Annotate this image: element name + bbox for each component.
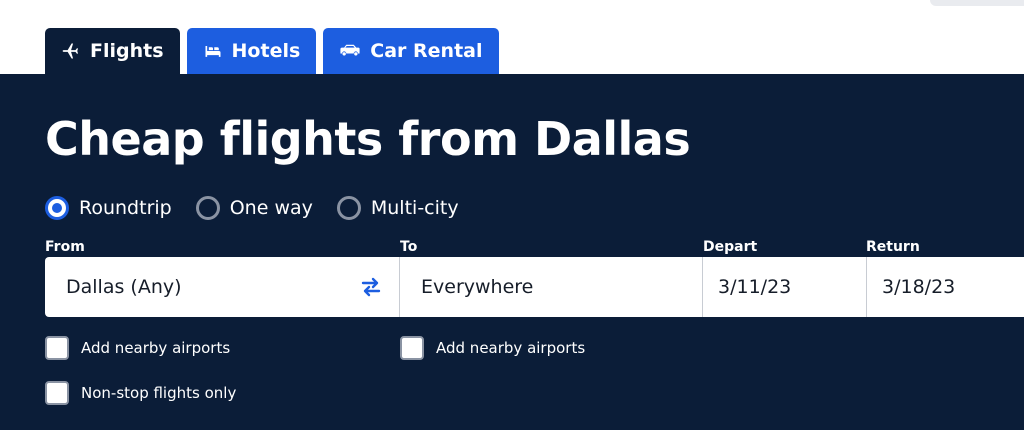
radio-multi-city-label: Multi-city [370, 197, 459, 219]
return-label: Return [866, 239, 920, 255]
to-nearby-airports-option[interactable]: Add nearby airports [400, 336, 585, 360]
airplane-icon [61, 41, 81, 61]
depart-value: 3/11/23 [718, 276, 792, 298]
tab-hotels[interactable]: Hotels [186, 28, 317, 74]
radio-one-way-label: One way [229, 197, 313, 219]
from-nearby-airports-option[interactable]: Add nearby airports [45, 336, 230, 360]
to-nearby-airports-label: Add nearby airports [436, 339, 586, 357]
tab-flights[interactable]: Flights [45, 28, 180, 74]
radio-one-way-circle[interactable] [195, 196, 220, 220]
top-strip: Flights Hotels Car Rental [0, 0, 1024, 74]
from-nearby-airports-checkbox[interactable] [45, 336, 69, 360]
to-value: Everywhere [421, 276, 534, 298]
radio-roundtrip[interactable]: Roundtrip [45, 196, 172, 220]
page-title: Cheap flights from Dallas [45, 112, 691, 166]
nonstop-checkbox[interactable] [45, 381, 69, 405]
car-icon [339, 41, 361, 61]
field-divider [866, 257, 867, 317]
radio-roundtrip-circle[interactable] [45, 196, 69, 220]
depart-label: Depart [703, 239, 758, 255]
nonstop-label: Non-stop flights only [81, 384, 237, 402]
from-label: From [45, 239, 85, 255]
tab-flights-label: Flights [90, 40, 164, 62]
tab-hotels-label: Hotels [231, 40, 301, 62]
radio-roundtrip-label: Roundtrip [79, 197, 172, 219]
return-field[interactable]: 3/18/23 [882, 257, 1022, 317]
corner-tab [930, 0, 1024, 6]
to-label: To [400, 239, 418, 255]
radio-multi-city-circle[interactable] [336, 196, 361, 220]
tab-car-rental-label: Car Rental [370, 40, 483, 62]
bed-icon [203, 41, 223, 61]
swap-icon[interactable] [359, 275, 383, 299]
radio-one-way[interactable]: One way [195, 196, 313, 220]
to-nearby-airports-checkbox[interactable] [400, 336, 424, 360]
radio-multi-city[interactable]: Multi-city [336, 196, 459, 220]
to-field[interactable]: Everywhere [421, 257, 691, 317]
return-value: 3/18/23 [882, 276, 956, 298]
field-divider [399, 257, 400, 317]
search-fields: Dallas (Any) Everywhere 3/11/23 3/18/23 [45, 257, 1024, 317]
from-field[interactable]: Dallas (Any) [66, 257, 346, 317]
from-nearby-airports-label: Add nearby airports [81, 339, 231, 357]
tab-car-rental[interactable]: Car Rental [323, 28, 499, 74]
search-tabs: Flights Hotels Car Rental [45, 28, 499, 74]
field-divider [702, 257, 703, 317]
depart-field[interactable]: 3/11/23 [718, 257, 858, 317]
nonstop-option[interactable]: Non-stop flights only [45, 381, 236, 405]
trip-type-radio-group: Roundtrip One way Multi-city [45, 196, 459, 220]
search-panel: Cheap flights from Dallas Roundtrip One … [0, 74, 1024, 430]
from-value: Dallas (Any) [66, 276, 182, 298]
